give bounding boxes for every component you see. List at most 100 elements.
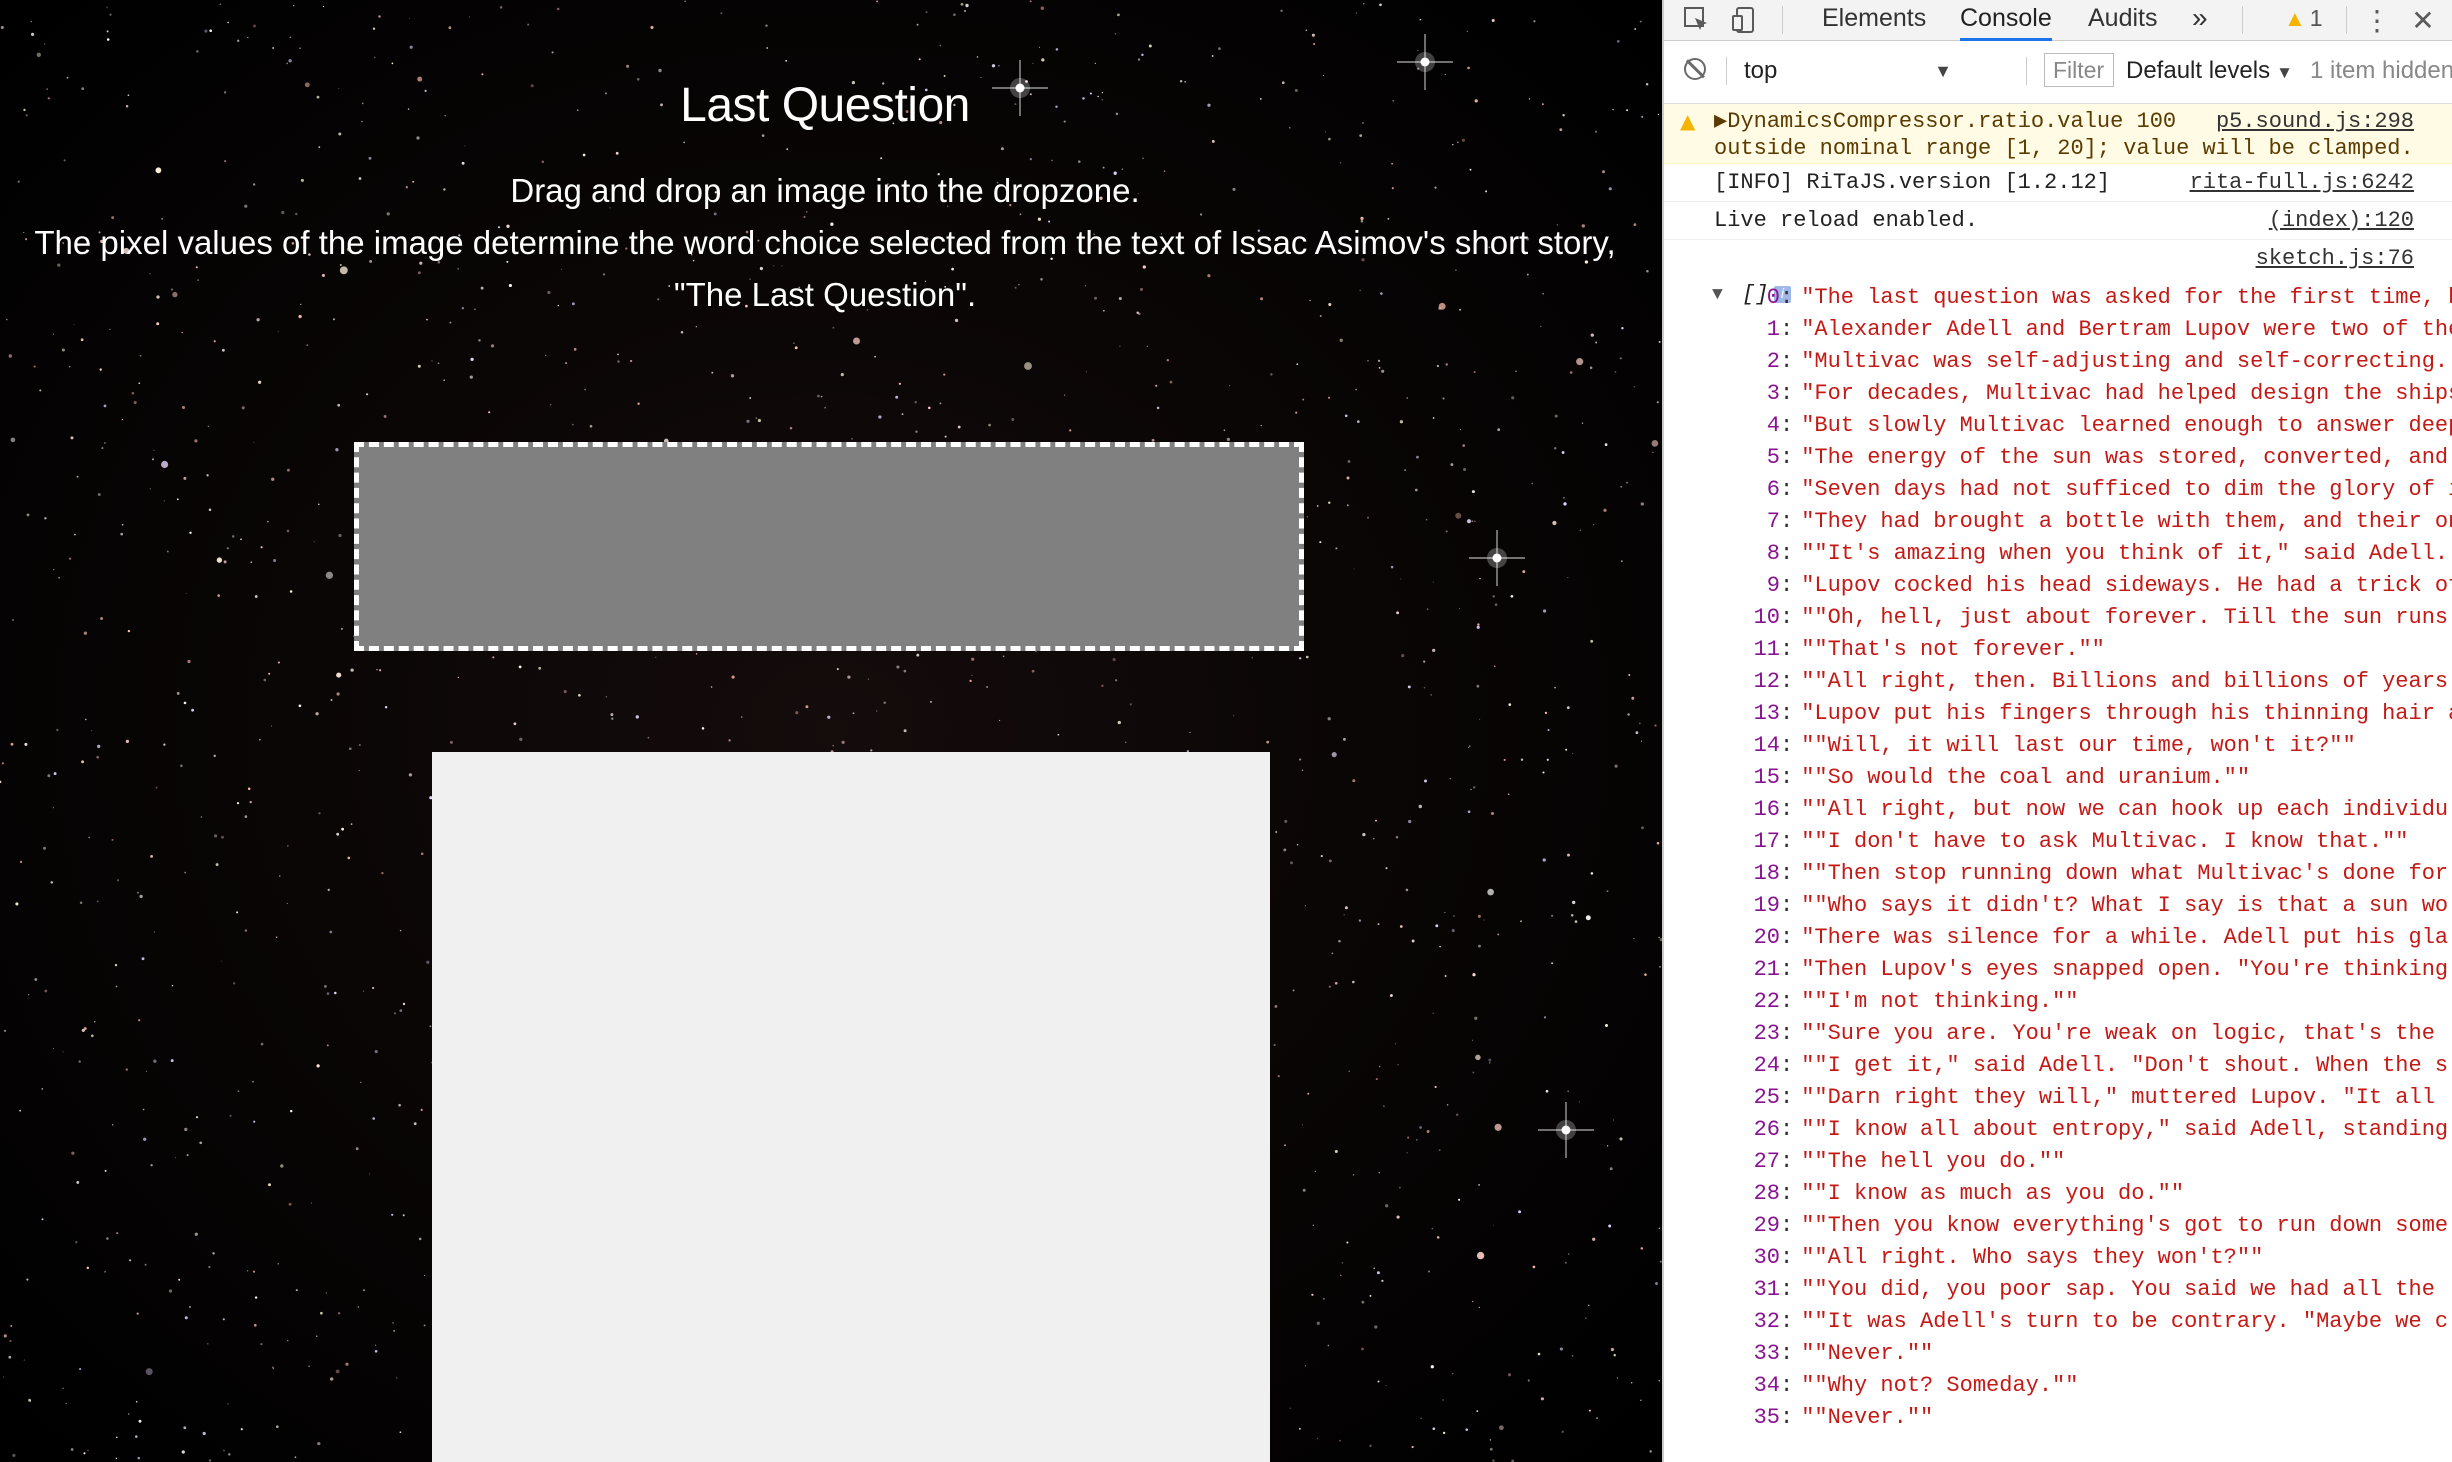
array-row: 1: "Alexander Adell and Bertram Lupov wer…: [1664, 314, 2452, 346]
array-value: ""Never."": [1801, 1341, 1934, 1366]
image-dropzone[interactable]: [354, 442, 1304, 651]
toolbar-divider: [2346, 6, 2347, 34]
array-row: 33: ""Never."": [1664, 1338, 2452, 1370]
colon: :: [1780, 349, 1794, 374]
message-text: [INFO] RiTaJS.version [1.2.12]: [1714, 170, 2111, 195]
array-value: ""I'm not thinking."": [1801, 989, 2079, 1014]
more-tabs-icon[interactable]: »: [2192, 0, 2208, 38]
array-row: 16: ""All right, but now we can hook up e…: [1664, 794, 2452, 826]
context-value: top: [1744, 57, 1778, 84]
array-index: 14: [1753, 733, 1780, 758]
colon: :: [1780, 285, 1794, 310]
array-value: ""I don't have to ask Multivac. I know t…: [1801, 829, 2409, 854]
toolbar-divider: [1726, 57, 1727, 85]
array-row: 4: "But slowly Multivac learned enough to…: [1664, 410, 2452, 442]
colon: :: [1780, 893, 1794, 918]
array-index: 22: [1753, 989, 1780, 1014]
colon: :: [1780, 765, 1794, 790]
log-levels-select[interactable]: Default levels ▼: [2126, 55, 2293, 89]
console-message: Live reload enabled. (index):120: [1664, 202, 2452, 240]
colon: :: [1780, 733, 1794, 758]
colon: :: [1780, 669, 1794, 694]
array-value: ""I know as much as you do."": [1801, 1181, 2185, 1206]
colon: :: [1780, 797, 1794, 822]
array-value: ""Then stop running down what Multivac's…: [1801, 861, 2449, 886]
close-icon[interactable]: ✕: [2406, 4, 2440, 36]
description-line: "The Last Question".: [673, 276, 977, 313]
array-value: ""Who says it didn't? What I say is that…: [1801, 893, 2449, 918]
inspect-element-icon[interactable]: [1680, 4, 1714, 36]
array-value: ""Darn right they will," muttered Lupov.…: [1801, 1085, 2435, 1110]
tab-elements[interactable]: Elements: [1822, 0, 1926, 38]
array-row: 3: "For decades, Multivac had helped desi…: [1664, 378, 2452, 410]
array-index: 12: [1753, 669, 1780, 694]
levels-value: Default levels: [2126, 57, 2271, 84]
colon: :: [1780, 1117, 1794, 1142]
array-index: 10: [1753, 605, 1780, 630]
page-description: Drag and drop an image into the dropzone…: [0, 165, 1650, 321]
array-row: 11: ""That's not forever."": [1664, 634, 2452, 666]
colon: :: [1780, 1245, 1794, 1270]
colon: :: [1780, 1149, 1794, 1174]
array-value: "Alexander Adell and Bertram Lupov were …: [1801, 317, 2452, 342]
tab-console[interactable]: Console: [1960, 0, 2052, 41]
array-value: "But slowly Multivac learned enough to a…: [1801, 413, 2452, 438]
colon: :: [1780, 1213, 1794, 1238]
array-value: ""You did, you poor sap. You said we had…: [1801, 1277, 2435, 1302]
array-index: 13: [1753, 701, 1780, 726]
array-row: 23: ""Sure you are. You're weak on logic,…: [1664, 1018, 2452, 1050]
array-value: ""It's amazing when you think of it," sa…: [1801, 541, 2449, 566]
array-index: 29: [1753, 1213, 1780, 1238]
context-select[interactable]: top ▼: [1744, 55, 1966, 87]
console-output[interactable]: ▲ ▶DynamicsCompressor.ratio.value 100 ou…: [1664, 104, 2452, 1462]
devtools-toolbar: Elements Console Audits » ▲ 1 ⋮ ✕: [1664, 0, 2452, 41]
message-text: Live reload enabled.: [1714, 208, 1979, 233]
toolbar-divider: [2026, 57, 2027, 85]
console-message: sketch.js:76: [1664, 240, 2452, 278]
array-index: 34: [1753, 1373, 1780, 1398]
source-link[interactable]: p5.sound.js:298: [2209, 108, 2414, 135]
array-row: 10: ""Oh, hell, just about forever. Till …: [1664, 602, 2452, 634]
array-index: 30: [1753, 1245, 1780, 1270]
colon: :: [1780, 1181, 1794, 1206]
colon: :: [1780, 605, 1794, 630]
warning-counter[interactable]: ▲ 1: [2284, 0, 2323, 38]
array-value: ""I know all about entropy," said Adell,…: [1801, 1117, 2449, 1142]
colon: :: [1780, 1309, 1794, 1334]
array-value: "Then Lupov's eyes snapped open. "You're…: [1801, 957, 2449, 982]
array-index: 19: [1753, 893, 1780, 918]
toolbar-divider: [2242, 6, 2243, 34]
array-row: 14: ""Will, it will last our time, won't …: [1664, 730, 2452, 762]
array-index: 24: [1753, 1053, 1780, 1078]
console-warning: ▲ ▶DynamicsCompressor.ratio.value 100 ou…: [1664, 104, 2452, 164]
source-link[interactable]: sketch.js:76: [2250, 243, 2414, 275]
more-options-icon[interactable]: ⋮: [2360, 4, 2394, 36]
colon: :: [1780, 861, 1794, 886]
console-filter-bar: top ▼ Filter Default levels ▼ 1 item hidde…: [1664, 41, 2452, 104]
array-value: ""Oh, hell, just about forever. Till the…: [1801, 605, 2449, 630]
array-row: 28: ""I know as much as you do."": [1664, 1178, 2452, 1210]
source-link[interactable]: rita-full.js:6242: [2184, 167, 2414, 199]
colon: :: [1780, 925, 1794, 950]
source-link[interactable]: (index):120: [2263, 205, 2414, 237]
array-value: "Lupov cocked his head sideways. He had …: [1801, 573, 2452, 598]
array-row: 27: ""The hell you do."": [1664, 1146, 2452, 1178]
dropdown-arrow-icon: ▼: [1934, 61, 1952, 81]
array-row: 25: ""Darn right they will," muttered Lup…: [1664, 1082, 2452, 1114]
array-index: 31: [1753, 1277, 1780, 1302]
web-page: Last Question Drag and drop an image int…: [0, 0, 1662, 1462]
array-row: 31: ""You did, you poor sap. You said we …: [1664, 1274, 2452, 1306]
tab-audits[interactable]: Audits: [2088, 0, 2157, 38]
array-value: ""That's not forever."": [1801, 637, 2105, 662]
array-index: 15: [1753, 765, 1780, 790]
clear-console-icon[interactable]: [1684, 58, 1706, 80]
array-index: 26: [1753, 1117, 1780, 1142]
array-value: ""Then you know everything's got to run …: [1801, 1213, 2449, 1238]
warning-count: 1: [2309, 5, 2323, 31]
device-toolbar-icon[interactable]: [1728, 4, 1762, 36]
console-message: [INFO] RiTaJS.version [1.2.12] rita-full…: [1664, 164, 2452, 202]
array-row: 18: ""Then stop running down what Multiva…: [1664, 858, 2452, 890]
colon: :: [1780, 477, 1794, 502]
filter-input[interactable]: Filter: [2044, 53, 2114, 87]
array-index: 16: [1753, 797, 1780, 822]
